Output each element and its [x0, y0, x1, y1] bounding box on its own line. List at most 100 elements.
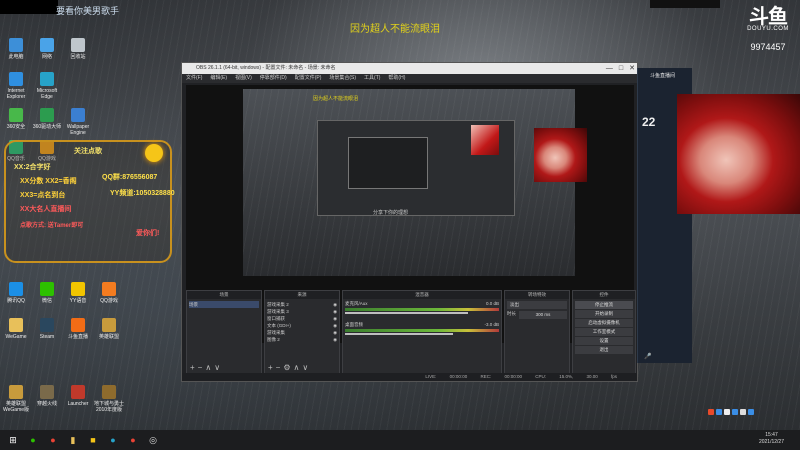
- desktop-app-icon: [9, 318, 23, 332]
- app-icon: [748, 409, 754, 415]
- windows-start-icon[interactable]: ⊞: [6, 433, 20, 447]
- nested-webcam: [471, 125, 499, 155]
- source-item-label: 图像 2: [267, 337, 280, 342]
- eye-icon[interactable]: ◉: [333, 329, 337, 336]
- volume-fader[interactable]: [345, 312, 469, 314]
- menu-view[interactable]: 视图(V): [235, 74, 252, 83]
- eye-icon[interactable]: ◉: [333, 315, 337, 322]
- desktop-icon[interactable]: WeGame: [0, 318, 32, 340]
- desktop-icon-label: 微信: [41, 298, 52, 304]
- desktop-icon-label: YY语音: [69, 298, 87, 304]
- virtual-camera-button[interactable]: 启动虚拟摄像机: [575, 319, 633, 327]
- mic-icon[interactable]: 🎤: [644, 353, 651, 360]
- source-item[interactable]: 游戏采集 2 ◉: [267, 301, 337, 308]
- maximize-button[interactable]: □: [619, 63, 623, 74]
- obs-titlebar[interactable]: OBS 26.1.1 (64-bit, windows) - 配置文件: 未命名…: [182, 63, 637, 74]
- source-item[interactable]: 文本 (GDI+) ◉: [267, 322, 337, 329]
- volume-fader[interactable]: [345, 333, 453, 335]
- scene-item[interactable]: 场景: [189, 301, 259, 308]
- gold-line: YY频道:1050328880: [110, 190, 175, 197]
- desktop-icon-label: QQ游戏: [100, 298, 118, 304]
- desktop-icon[interactable]: 微信: [31, 282, 63, 304]
- menu-file[interactable]: 文件(F): [186, 74, 202, 83]
- source-item-label: 游戏采集 3: [267, 309, 289, 314]
- source-item[interactable]: 游戏采集 3 ◉: [267, 308, 337, 315]
- desktop-app-icon: [71, 318, 85, 332]
- chrome-taskbar-icon[interactable]: ●: [126, 433, 140, 447]
- obs-docks: 场景 场景 +−∧∨ 来源 游戏采集 2 ◉ 游戏采集 3 ◉ 窗口捕获 ◉ 文本 (…: [186, 290, 636, 375]
- mixer-channel: 麦克风/Aux 0.0 dB: [345, 301, 499, 314]
- desktop-app-icon: [9, 108, 23, 122]
- desktop-icon[interactable]: Wallpaper Engine: [62, 108, 94, 136]
- desktop-app-icon: [102, 385, 116, 399]
- desktop-icon[interactable]: 穿越火线: [31, 385, 63, 407]
- app-taskbar-icon[interactable]: ▮: [66, 433, 80, 447]
- duration-input[interactable]: 300 ms: [519, 311, 567, 319]
- desktop-app-icon: [40, 38, 54, 52]
- stop-streaming-button[interactable]: 停止推流: [575, 301, 633, 309]
- desktop-icon[interactable]: 英雄联盟: [93, 318, 125, 340]
- clock-date: 2021/12/27: [758, 439, 784, 445]
- source-item[interactable]: 游戏采集 ◉: [267, 329, 337, 336]
- desktop-app-icon: [40, 282, 54, 296]
- browser-taskbar-icon[interactable]: ●: [46, 433, 60, 447]
- gold-line: XX3=点名到台: [20, 192, 66, 199]
- studio-mode-button[interactable]: 工作室模式: [575, 328, 633, 336]
- transition-select[interactable]: 淡出: [507, 301, 567, 309]
- desktop-icon[interactable]: 回收站: [62, 38, 94, 60]
- source-item-label: 游戏采集: [267, 330, 285, 335]
- desktop-icon[interactable]: Internet Explorer: [0, 72, 32, 100]
- desktop-icon[interactable]: Steam: [31, 318, 63, 340]
- desktop-icon[interactable]: QQ游戏: [93, 282, 125, 304]
- desktop-icon[interactable]: 斗鱼直播: [62, 318, 94, 340]
- eye-icon[interactable]: ◉: [333, 301, 337, 308]
- scenes-toolbar[interactable]: +−∧∨: [190, 363, 223, 372]
- edge-taskbar-icon[interactable]: ●: [106, 433, 120, 447]
- desktop-app-icon: [102, 282, 116, 296]
- duration-label: 时长: [507, 311, 516, 316]
- app-taskbar-icon[interactable]: ■: [86, 433, 100, 447]
- menu-edit[interactable]: 编辑(E): [210, 74, 227, 83]
- start-recording-button[interactable]: 开始录制: [575, 310, 633, 318]
- obs-taskbar-icon[interactable]: ◎: [146, 433, 160, 447]
- minimize-button[interactable]: —: [606, 63, 613, 74]
- desktop-icon[interactable]: Launcher: [62, 385, 94, 407]
- source-item[interactable]: 图像 2 ◉: [267, 336, 337, 343]
- desktop-icon-label: Steam: [39, 334, 55, 340]
- settings-button[interactable]: 设置: [575, 337, 633, 345]
- desktop-icon[interactable]: 腾讯QQ: [0, 282, 32, 304]
- desktop-icon[interactable]: YY语音: [62, 282, 94, 304]
- eye-icon[interactable]: ◉: [333, 308, 337, 315]
- eye-icon[interactable]: ◉: [333, 336, 337, 343]
- desktop-icon[interactable]: 地下城与勇士 2010年度版: [93, 385, 125, 413]
- sun-icon: [145, 144, 163, 162]
- desktop-icon[interactable]: Microsoft Edge: [31, 72, 63, 100]
- wechat-taskbar-icon[interactable]: ●: [26, 433, 40, 447]
- desktop-app-icon: [9, 38, 23, 52]
- obs-window[interactable]: OBS 26.1.1 (64-bit, windows) - 配置文件: 未命名…: [181, 62, 638, 382]
- close-button[interactable]: ✕: [629, 63, 635, 74]
- desktop-icon[interactable]: 此电脑: [0, 38, 32, 60]
- desktop-icon[interactable]: 英雄联盟 WeGame版: [0, 385, 32, 413]
- menu-profile[interactable]: 配置文件(P): [295, 74, 322, 83]
- desktop-icon-label: 斗鱼直播: [67, 334, 88, 340]
- menu-tools[interactable]: 工具(T): [364, 74, 380, 83]
- room-id: 9974457: [750, 42, 786, 52]
- gold-line: QQ群:876556087: [102, 174, 158, 181]
- top-strip: [650, 0, 720, 8]
- desktop-icon[interactable]: 360安全: [0, 108, 32, 130]
- volume-meter: [345, 329, 499, 332]
- eye-icon[interactable]: ◉: [333, 322, 337, 329]
- menu-docks[interactable]: 停靠部件(D): [260, 74, 287, 83]
- desktop-icon[interactable]: 360驱动大师: [31, 108, 63, 130]
- sources-toolbar[interactable]: +−⚙∧∨: [268, 363, 311, 372]
- desktop-icon[interactable]: 网络: [31, 38, 63, 60]
- source-item[interactable]: 窗口捕获 ◉: [267, 315, 337, 322]
- menu-scene-collection[interactable]: 场景集合(S): [329, 74, 356, 83]
- exit-button[interactable]: 退出: [575, 346, 633, 354]
- menu-help[interactable]: 帮助(H): [388, 74, 405, 83]
- chat-header: 斗鱼直播间: [650, 73, 676, 79]
- desktop-icon-label: Wallpaper Engine: [66, 124, 90, 136]
- system-clock[interactable]: 15:47 2021/12/27: [759, 432, 784, 446]
- desktop-icon-label: 腾讯QQ: [7, 298, 25, 304]
